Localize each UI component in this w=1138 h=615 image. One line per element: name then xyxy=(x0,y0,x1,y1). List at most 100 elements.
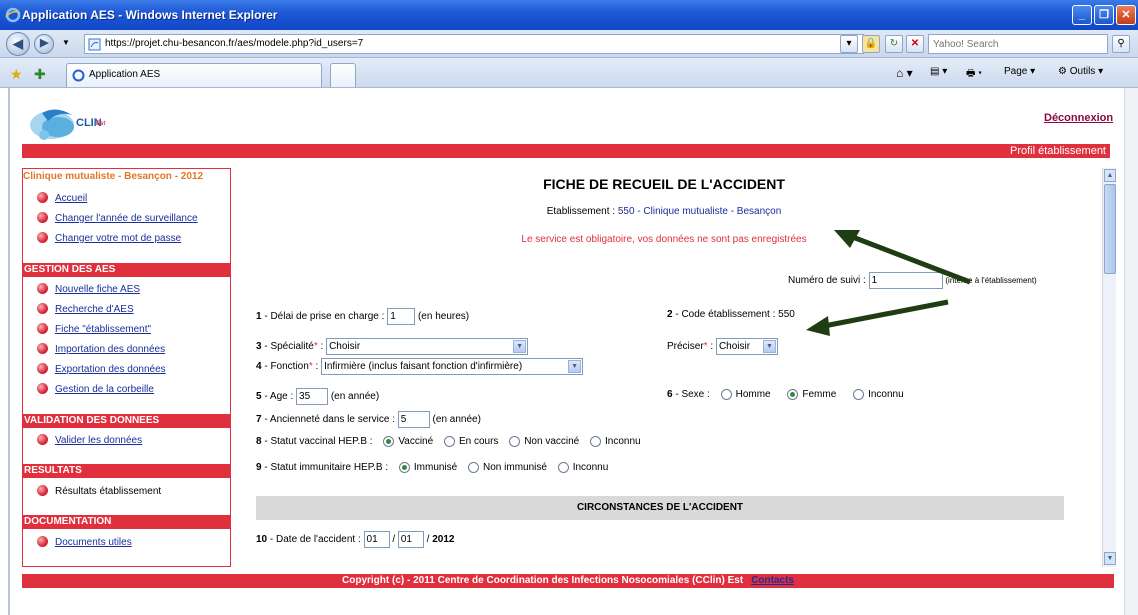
vaccinal-non-vaccine-radio[interactable] xyxy=(509,436,521,447)
field-7-row: 7 - Ancienneté dans le service : 5 (en a… xyxy=(256,411,481,428)
address-toolbar: ◀ ▶ ▼ https://projet.chu-besancon.fr/aes… xyxy=(0,30,1138,58)
history-dropdown-icon[interactable]: ▼ xyxy=(62,38,70,47)
profile-bar: Profil établissement xyxy=(22,144,1110,158)
page-scrollbar[interactable] xyxy=(1124,88,1138,615)
favorites-star-icon[interactable]: ★ xyxy=(10,66,23,83)
section-heading: CIRCONSTANCES DE L'ACCIDENT xyxy=(256,496,1064,520)
sexe-option-label: Inconnu xyxy=(868,389,904,401)
page-title: FICHE DE RECUEIL DE L'ACCIDENT xyxy=(543,176,785,192)
preciser-select[interactable]: Choisir ▼ xyxy=(715,338,778,355)
field-10-row: 10 - Date de l'accident : 01 / 01 / 2012 xyxy=(256,531,454,548)
required-star: * xyxy=(308,361,313,373)
scroll-down-button[interactable]: ▼ xyxy=(1104,552,1116,565)
stop-button[interactable]: ✕ xyxy=(906,35,924,53)
delai-input[interactable]: 1 xyxy=(387,308,416,325)
field-3-label: - Spécialité xyxy=(261,341,314,353)
required-star: * xyxy=(703,341,708,353)
home-icon[interactable]: ⌂ ▾ xyxy=(896,66,913,80)
logout-link[interactable]: Déconnexion xyxy=(1044,112,1113,124)
cclin-logo: CLIN Est xyxy=(28,105,118,143)
bullet-icon xyxy=(37,192,48,203)
field-5-row: 5 - Age : 35 (en année) xyxy=(256,388,379,405)
sexe-homme-radio[interactable] xyxy=(720,389,732,400)
immunitaire-inconnu-radio[interactable] xyxy=(557,462,569,473)
sidebar-item-label: Gestion de la corbeille xyxy=(55,384,154,395)
sidebar-item-label: Fiche "établissement" xyxy=(55,324,152,335)
sidebar-item-label: Valider les données xyxy=(55,435,143,446)
close-button[interactable]: ✕ xyxy=(1116,5,1136,25)
sidebar-heading-resultats: RESULTATS xyxy=(23,464,230,478)
bullet-icon xyxy=(37,536,48,547)
immunitaire-option-label: Immunisé xyxy=(413,462,458,474)
bullet-icon xyxy=(37,323,48,334)
date-month-input[interactable]: 01 xyxy=(397,531,424,548)
sidebar: Clinique mutualiste - Besançon - 2012 Ac… xyxy=(22,168,231,567)
copyright-text: Copyright (c) - 2011 Centre de Coordinat… xyxy=(342,575,744,586)
maximize-button[interactable]: ❐ xyxy=(1094,5,1114,25)
chevron-down-icon: ▼ xyxy=(568,360,582,373)
print-icon[interactable]: 🖶 ▾ xyxy=(966,66,982,83)
profile-label: Profil établissement xyxy=(1010,145,1106,157)
tools-menu[interactable]: ⚙ Outils ▾ xyxy=(1058,66,1103,77)
page-menu[interactable]: Page ▾ xyxy=(1004,66,1035,77)
sexe-option-label: Homme xyxy=(735,389,771,401)
url-text: https://projet.chu-besancon.fr/aes/model… xyxy=(105,38,364,49)
form-scrollbar[interactable]: ▲ ▼ xyxy=(1102,168,1116,567)
establishment-value: 550 - Clinique mutualiste - Besançon xyxy=(617,206,782,217)
search-input[interactable] xyxy=(929,35,1107,53)
establishment-line: Etablissement : 550 - Clinique mutualist… xyxy=(244,206,1084,217)
fonction-select[interactable]: Infirmière (inclus faisant fonction d'in… xyxy=(321,358,584,375)
contacts-link[interactable]: Contacts xyxy=(751,575,794,586)
url-field[interactable]: https://projet.chu-besancon.fr/aes/model… xyxy=(84,34,864,54)
back-button[interactable]: ◀ xyxy=(6,32,30,56)
sidebar-item-label: Importation des données xyxy=(55,344,166,355)
back-arrow-icon: ◀ xyxy=(13,36,23,51)
logo-sub: Est xyxy=(96,121,106,127)
sexe-inconnu-radio[interactable] xyxy=(853,389,865,400)
scroll-up-button[interactable]: ▲ xyxy=(1104,169,1116,182)
immunitaire-immunise-radio[interactable] xyxy=(398,462,410,473)
feeds-icon[interactable]: ▤ ▾ xyxy=(930,66,947,77)
field-9-row: 9 - Statut immunitaire HEP.B : Immunisé … xyxy=(256,462,608,473)
preciser-label: Préciser xyxy=(667,341,704,353)
minimize-button[interactable]: _ xyxy=(1072,5,1092,25)
url-dropdown-button[interactable]: ▾ xyxy=(840,35,858,53)
field-7-label: - Ancienneté dans le service : xyxy=(261,414,395,426)
internet-explorer-icon xyxy=(72,69,85,82)
refresh-button[interactable]: ↻ xyxy=(885,35,903,53)
bullet-icon xyxy=(37,363,48,374)
field-4-label: - Fonction xyxy=(261,361,309,373)
vaccinal-inconnu-radio[interactable] xyxy=(590,436,602,447)
tools-menu-label: Outils xyxy=(1069,66,1096,77)
anciennete-input[interactable]: 5 xyxy=(397,411,430,428)
preciser-row: Préciser* : Choisir ▼ xyxy=(667,338,778,355)
sexe-femme-radio[interactable] xyxy=(787,389,799,400)
immunitaire-non-immunise-radio[interactable] xyxy=(468,462,480,473)
vaccinal-en-cours-radio[interactable] xyxy=(443,436,455,447)
annotation-arrow-icon xyxy=(834,230,971,285)
new-tab-button[interactable] xyxy=(330,63,356,87)
search-button[interactable]: ⚲ xyxy=(1112,35,1130,53)
page-icon xyxy=(88,38,101,51)
forward-button[interactable]: ▶ xyxy=(34,34,54,54)
bullet-icon xyxy=(37,212,48,223)
annotation-arrow-icon xyxy=(806,299,949,336)
search-field[interactable] xyxy=(928,34,1108,54)
field-9-label: - Statut immunitaire HEP.B : xyxy=(261,462,389,474)
bullet-icon xyxy=(37,343,48,354)
age-input[interactable]: 35 xyxy=(296,388,329,405)
tab-application-aes[interactable]: Application AES xyxy=(66,63,322,87)
chevron-down-icon: ▼ xyxy=(513,340,527,353)
add-favorites-icon[interactable]: ✚ xyxy=(34,66,46,83)
preciser-value: Choisir xyxy=(718,341,751,352)
vaccinal-vaccine-radio[interactable] xyxy=(383,436,395,447)
field-8-label: - Statut vaccinal HEP.B : xyxy=(261,436,373,448)
specialite-select[interactable]: Choisir ▼ xyxy=(326,338,529,355)
scroll-thumb[interactable] xyxy=(1104,184,1116,274)
date-day-input[interactable]: 01 xyxy=(363,531,390,548)
vaccinal-option-label: En cours xyxy=(458,436,499,448)
lock-icon[interactable]: 🔒 xyxy=(862,35,880,53)
date-year: 2012 xyxy=(432,534,455,546)
field-6-row: 6 - Sexe : Homme Femme Inconnu xyxy=(667,389,904,400)
field-3-row: 3 - Spécialité* : Choisir ▼ xyxy=(256,338,529,355)
